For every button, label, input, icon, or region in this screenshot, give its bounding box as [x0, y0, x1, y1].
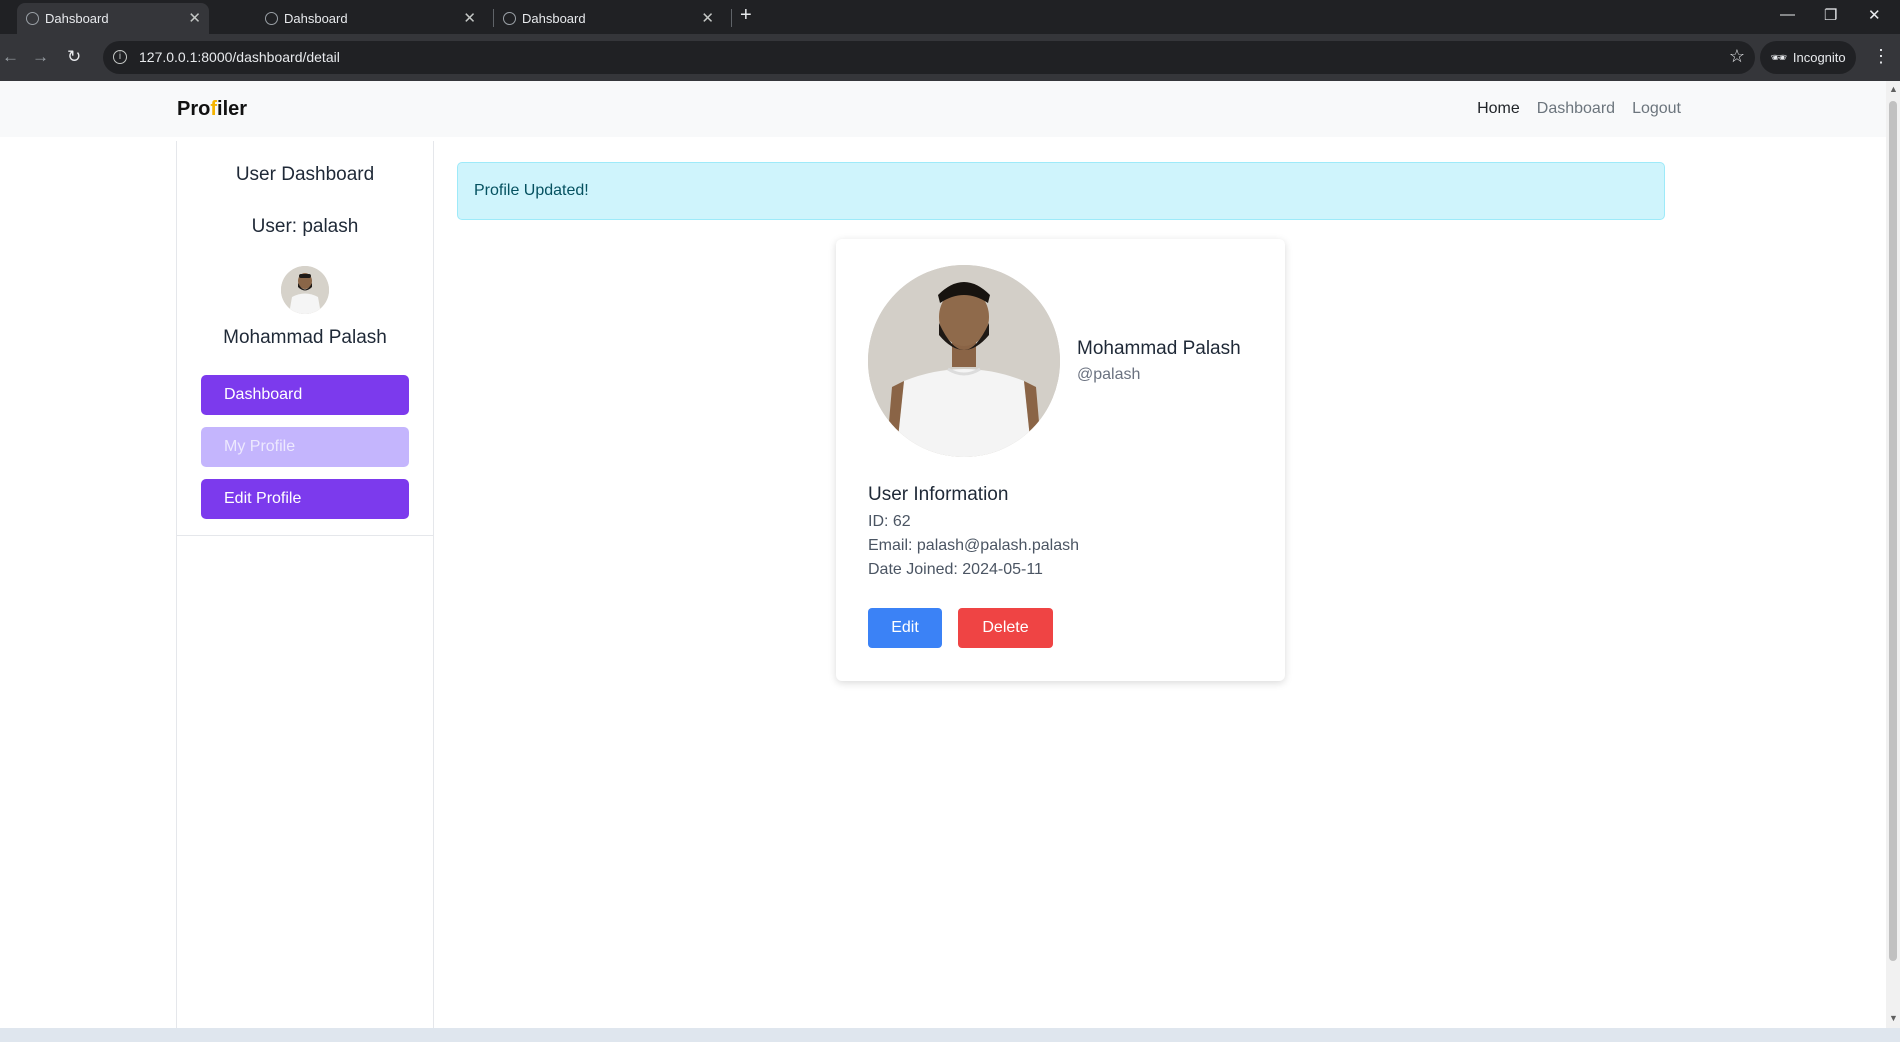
tab-label: Dahsboard	[522, 11, 586, 26]
sidebar-username: User: palash	[251, 216, 359, 237]
user-information-heading: User Information	[868, 484, 1009, 505]
sidebar: User Dashboard User: palash Mohammad Pal…	[176, 141, 434, 1028]
nav-links: Home Dashboard Logout	[1477, 100, 1681, 118]
globe-icon	[265, 12, 278, 25]
tab-label: Dahsboard	[45, 11, 109, 26]
profile-photo	[868, 265, 1060, 457]
restore-icon[interactable]: ❐	[1824, 6, 1837, 24]
user-date-joined: Date Joined: 2024-05-11	[868, 561, 1043, 578]
profile-photo-image	[868, 265, 1060, 457]
sidebar-full-name: Mohammad Palash	[223, 327, 387, 348]
user-id: ID: 62	[868, 513, 911, 530]
avatar-image	[281, 266, 329, 314]
scroll-thumb[interactable]	[1889, 101, 1897, 961]
sidebar-title: User Dashboard	[235, 164, 375, 185]
browser-menu-icon[interactable]: ⋮	[1872, 46, 1890, 67]
profile-card: Mohammad Palash @palash User Information…	[836, 239, 1285, 681]
nav-link-dashboard[interactable]: Dashboard	[1537, 100, 1615, 118]
forward-arrow-icon[interactable]: →	[32, 47, 49, 67]
brand-prefix: Pro	[177, 98, 211, 120]
reload-icon[interactable]: ↻	[67, 47, 81, 67]
browser-toolbar: ← → ↻ i 127.0.0.1:8000/dashboard/detail …	[0, 34, 1900, 81]
top-navbar: Profiler Home Dashboard Logout	[0, 81, 1886, 137]
incognito-label: Incognito	[1792, 50, 1846, 65]
brand-accent: f	[210, 98, 218, 120]
close-icon[interactable]: ✕	[701, 9, 714, 27]
page-viewport: Profiler Home Dashboard Logout User Dash…	[0, 81, 1886, 1028]
browser-tab[interactable]: Dahsboard ✕	[256, 3, 484, 34]
browser-tab[interactable]: Dahsboard ✕	[494, 3, 722, 34]
profile-name: Mohammad Palash	[1077, 338, 1241, 359]
user-email: Email: palash@palash.palash	[868, 537, 1080, 554]
sidebar-edit-profile-button[interactable]: Edit Profile	[201, 479, 409, 519]
delete-button[interactable]: Delete	[958, 608, 1053, 648]
nav-link-home[interactable]: Home	[1477, 100, 1520, 118]
brand-suffix: iler	[217, 98, 248, 120]
bookmark-star-icon[interactable]: ☆	[1729, 46, 1745, 67]
page-scrollbar[interactable]: ▲ ▼	[1886, 81, 1900, 1028]
sidebar-dashboard-button[interactable]: Dashboard	[201, 375, 409, 415]
scroll-down-icon[interactable]: ▼	[1889, 1013, 1898, 1023]
sidebar-my-profile-button[interactable]: My Profile	[201, 427, 409, 467]
close-window-icon[interactable]: ✕	[1868, 6, 1881, 24]
incognito-icon: 🕶	[1770, 49, 1787, 65]
nav-link-logout[interactable]: Logout	[1632, 100, 1681, 118]
profile-handle: @palash	[1077, 366, 1141, 383]
close-icon[interactable]: ✕	[463, 9, 476, 27]
site-info-icon[interactable]: i	[113, 50, 127, 64]
browser-tab-bar: Dahsboard ✕ Dahsboard ✕ Dahsboard ✕ + — …	[0, 0, 1900, 34]
os-taskbar	[0, 1028, 1900, 1042]
minimize-icon[interactable]: —	[1780, 6, 1795, 23]
sidebar-header: User Dashboard User: palash Mohammad Pal…	[177, 141, 433, 536]
close-icon[interactable]: ✕	[188, 9, 201, 27]
profile-updated-alert: Profile Updated!	[457, 162, 1665, 220]
browser-tab[interactable]: Dahsboard ✕	[17, 3, 209, 34]
tab-separator	[731, 9, 732, 27]
back-arrow-icon[interactable]: ←	[2, 47, 19, 67]
scroll-up-icon[interactable]: ▲	[1889, 84, 1898, 94]
new-tab-icon[interactable]: +	[740, 4, 752, 27]
address-bar[interactable]: i 127.0.0.1:8000/dashboard/detail ☆	[103, 41, 1755, 74]
brand-logo[interactable]: Profiler	[177, 98, 247, 121]
url-text[interactable]: 127.0.0.1:8000/dashboard/detail	[139, 49, 340, 65]
globe-icon	[26, 12, 39, 25]
globe-icon	[503, 12, 516, 25]
edit-button[interactable]: Edit	[868, 608, 942, 648]
avatar	[281, 266, 329, 314]
tab-label: Dahsboard	[284, 11, 348, 26]
incognito-badge[interactable]: 🕶 Incognito	[1760, 41, 1856, 74]
